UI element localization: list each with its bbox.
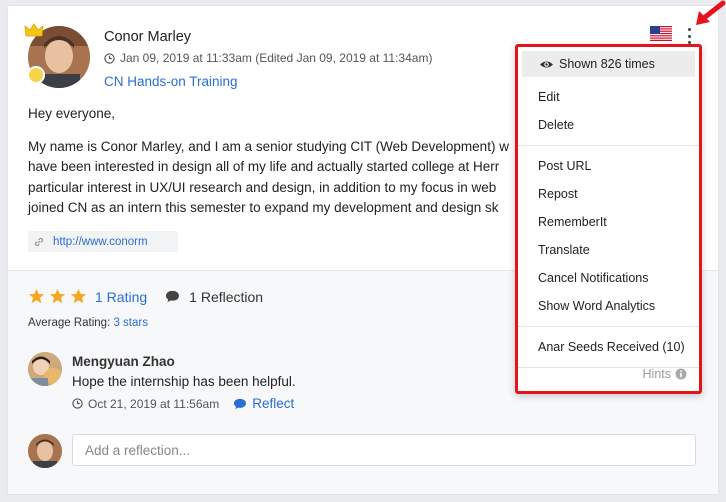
comment-icon — [234, 398, 247, 409]
reflection-composer — [28, 434, 698, 468]
hints-button[interactable]: Hints — [643, 367, 687, 381]
menu-item-edit[interactable]: Edit — [518, 83, 699, 111]
menu-item-rememberit[interactable]: RememberIt — [518, 208, 699, 236]
reply-timestamp: Oct 21, 2019 at 11:56am — [88, 396, 220, 411]
reply-text: Hope the internship has been helpful. — [72, 374, 296, 389]
info-icon — [675, 368, 687, 380]
link-url[interactable]: http://www.conorm — [53, 236, 148, 248]
hints-label: Hints — [642, 367, 671, 381]
composer-avatar — [28, 434, 62, 468]
eye-icon — [539, 60, 554, 68]
menu-item-repost[interactable]: Repost — [518, 180, 699, 208]
post-timestamp: Jan 09, 2019 at 11:33am (Edited Jan 09, … — [120, 51, 433, 65]
shown-count: Shown 826 times — [522, 51, 695, 77]
link-icon — [34, 237, 44, 246]
menu-item-translate[interactable]: Translate — [518, 236, 699, 264]
menu-divider — [518, 326, 699, 327]
rating-count-link[interactable]: 1 Rating — [95, 289, 147, 305]
menu-item-cancel-notifications[interactable]: Cancel Notifications — [518, 264, 699, 292]
post-body: Hey everyone, My name is Conor Marley, a… — [28, 104, 528, 231]
crown-icon — [24, 23, 44, 37]
arrow-icon — [696, 0, 726, 25]
reply-avatar[interactable] — [28, 352, 62, 386]
status-dot — [27, 66, 45, 84]
average-rating-label: Average Rating: — [28, 317, 111, 329]
author-name[interactable]: Conor Marley — [104, 29, 191, 45]
comment-icon — [166, 290, 180, 303]
star-icon[interactable] — [28, 288, 45, 305]
reply-meta: Oct 21, 2019 at 11:56am Reflect — [72, 396, 294, 411]
course-link[interactable]: CN Hands-on Training — [104, 74, 238, 89]
kebab-icon[interactable] — [685, 28, 693, 44]
menu-item-post-url[interactable]: Post URL — [518, 152, 699, 180]
menu-item-anar-seeds[interactable]: Anar Seeds Received (10) — [518, 333, 699, 361]
menu-divider — [518, 145, 699, 146]
reflect-button[interactable]: Reflect — [233, 396, 294, 411]
reflect-label: Reflect — [252, 396, 295, 411]
star-icon[interactable] — [49, 288, 66, 305]
reflection-count[interactable]: 1 Reflection — [165, 289, 263, 305]
link-preview[interactable]: http://www.conorm — [28, 231, 178, 252]
reflection-count-label: 1 Reflection — [189, 288, 264, 305]
star-icon[interactable] — [70, 288, 87, 305]
rating-row: 1 Rating 1 Reflection — [28, 288, 263, 305]
shown-count-label: Shown 826 times — [559, 57, 655, 71]
reflection-input[interactable] — [72, 434, 696, 466]
post-meta: Jan 09, 2019 at 11:33am (Edited Jan 09, … — [104, 51, 432, 65]
author-avatar-wrap — [24, 23, 90, 88]
post-paragraph: My name is Conor Marley, and I am a seni… — [28, 138, 509, 216]
average-rating: Average Rating: 3 stars — [28, 317, 148, 329]
clock-icon — [72, 398, 83, 409]
clock-icon — [104, 52, 115, 64]
post-greeting: Hey everyone, — [28, 106, 116, 121]
menu-item-word-analytics[interactable]: Show Word Analytics — [518, 292, 699, 320]
reply-author[interactable]: Mengyuan Zhao — [72, 354, 175, 369]
average-rating-value[interactable]: 3 stars — [113, 317, 148, 329]
post-options-menu: Shown 826 times Edit Delete Post URL Rep… — [515, 44, 702, 394]
menu-item-delete[interactable]: Delete — [518, 111, 699, 139]
flag-icon[interactable] — [650, 26, 672, 41]
